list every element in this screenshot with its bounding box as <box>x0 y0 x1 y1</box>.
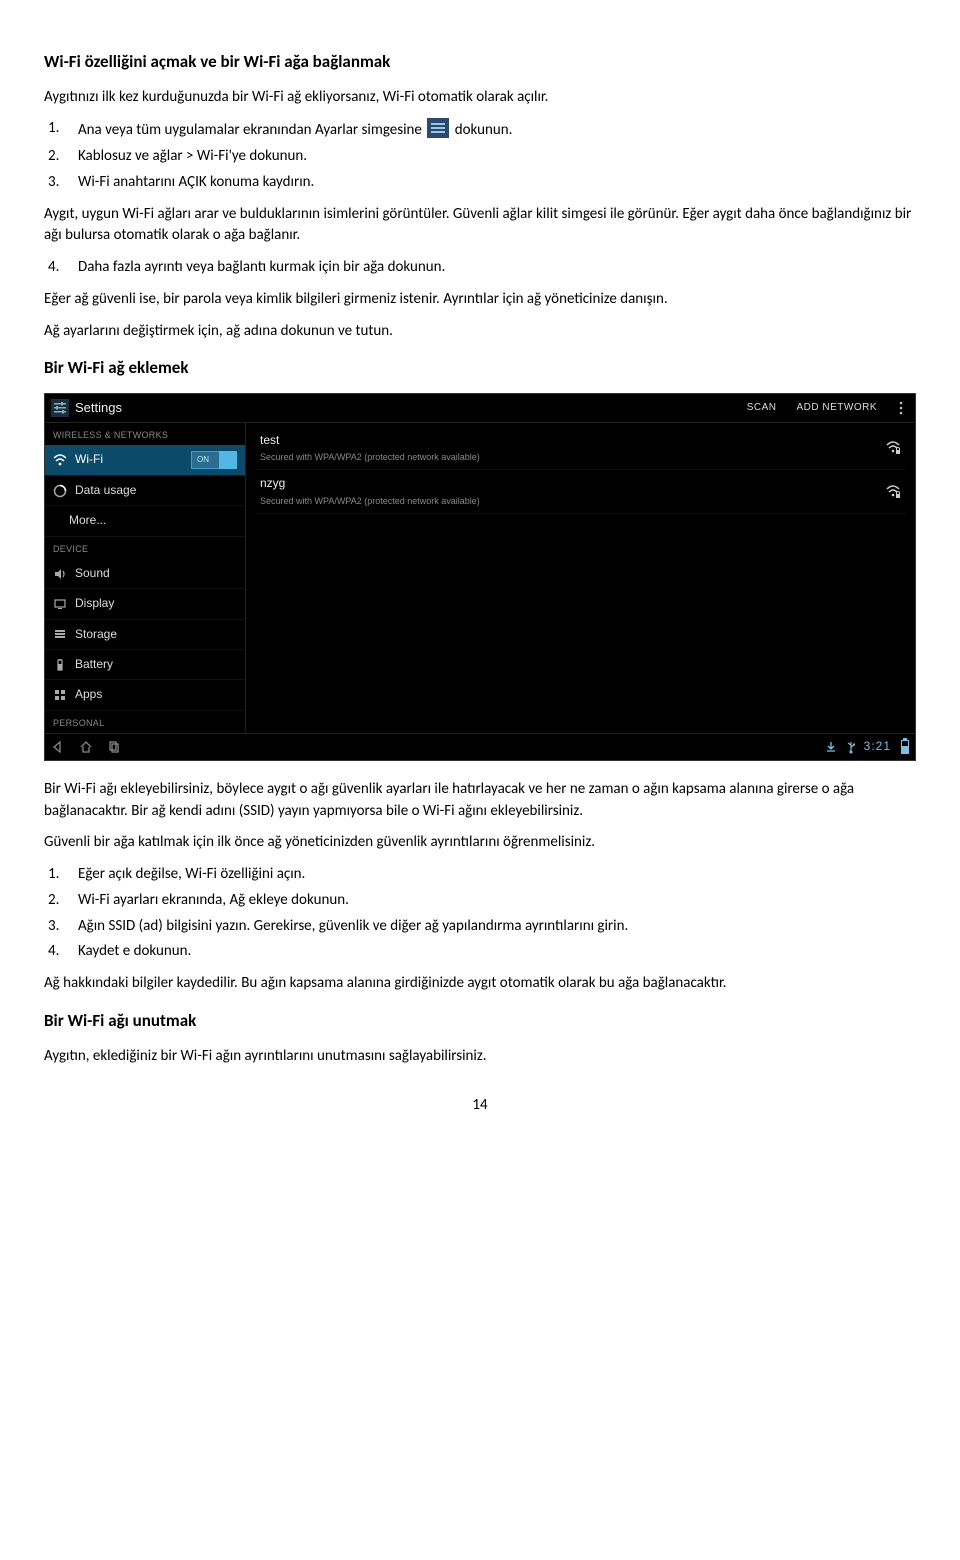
wifi-icon <box>53 453 67 467</box>
step-text: Kaydet e dokunun. <box>78 941 916 963</box>
wifi-secure-icon <box>885 484 901 500</box>
network-name: test <box>260 432 885 449</box>
sound-icon <box>53 567 67 581</box>
system-navbar: 3:21 <box>45 733 915 760</box>
paragraph-add-info: Bir Wi-Fi ağı ekleyebilirsiniz, böylece … <box>44 779 916 823</box>
page-number: 14 <box>44 1095 916 1117</box>
sidebar-item-storage[interactable]: Storage <box>45 620 245 650</box>
storage-icon <box>53 627 67 641</box>
usb-icon <box>844 740 858 754</box>
step-number: 3. <box>44 916 78 938</box>
add-network-button[interactable]: ADD NETWORK <box>787 401 888 416</box>
step-text: Daha fazla ayrıntı veya bağlantı kurmak … <box>78 257 916 279</box>
settings-icon <box>427 118 449 138</box>
sidebar-label: Apps <box>75 686 237 703</box>
category-wireless: WIRELESS & NETWORKS <box>45 423 245 445</box>
category-device: DEVICE <box>45 537 245 559</box>
sidebar-label: Display <box>75 595 237 612</box>
sidebar-item-battery[interactable]: Battery <box>45 650 245 680</box>
sidebar-label: Storage <box>75 626 237 643</box>
step-3: 3. Wi-Fi anahtarını AÇIK konuma kaydırın… <box>44 172 916 194</box>
sidebar-item-sound[interactable]: Sound <box>45 559 245 589</box>
intro-paragraph: Aygıtınızı ilk kez kurduğunuzda bir Wi-F… <box>44 87 916 109</box>
step-4: 4. Daha fazla ayrıntı veya bağlantı kurm… <box>44 257 916 279</box>
step-text: Wi-Fi anahtarını AÇIK konuma kaydırın. <box>78 172 916 194</box>
paragraph-secure-join: Güvenli bir ağa katılmak için ilk önce a… <box>44 832 916 854</box>
sidebar-label: Battery <box>75 656 237 673</box>
step-text: Wi-Fi ayarları ekranında, Ağ ekleye doku… <box>78 890 916 912</box>
settings-header: Settings SCAN ADD NETWORK <box>45 394 915 423</box>
wifi-secure-icon <box>885 440 901 456</box>
display-icon <box>53 597 67 611</box>
step-1: 1. Ana veya tüm uygulamalar ekranından A… <box>44 118 916 142</box>
scan-button[interactable]: SCAN <box>737 401 787 416</box>
step-1-text-b: dokunun. <box>455 121 513 139</box>
step-text: Eğer açık değilse, Wi-Fi özelliğini açın… <box>78 864 916 886</box>
network-security-label: Secured with WPA/WPA2 (protected network… <box>260 451 885 464</box>
step-text: Ağın SSID (ad) bilgisini yazın. Gerekirs… <box>78 916 916 938</box>
step-1-text-a: Ana veya tüm uygulamalar ekranından Ayar… <box>78 121 422 139</box>
toggle-knob <box>219 451 237 469</box>
settings-slider-icon <box>51 399 69 417</box>
sidebar-item-apps[interactable]: Apps <box>45 680 245 710</box>
home-icon[interactable] <box>79 740 93 754</box>
network-item-test[interactable]: test Secured with WPA/WPA2 (protected ne… <box>256 427 905 470</box>
add-step-3: 3. Ağın SSID (ad) bilgisini yazın. Gerek… <box>44 916 916 938</box>
add-step-2: 2. Wi-Fi ayarları ekranında, Ağ ekleye d… <box>44 890 916 912</box>
heading-add-network: Bir Wi-Fi ağ eklemek <box>44 356 916 381</box>
step-number: 1. <box>44 118 78 142</box>
sidebar-item-wifi[interactable]: Wi-Fi ON <box>45 445 245 476</box>
step-2: 2. Kablosuz ve ağlar > Wi-Fi'ye dokunun. <box>44 146 916 168</box>
sidebar-label: Sound <box>75 565 237 582</box>
recent-icon[interactable] <box>107 740 121 754</box>
toggle-on-label: ON <box>192 454 209 466</box>
paragraph-secure-info: Eğer ağ güvenli ise, bir parola veya kim… <box>44 289 916 311</box>
heading-forget-network: Bir Wi-Fi ağı unutmak <box>44 1009 916 1034</box>
step-number: 2. <box>44 146 78 168</box>
status-clock: 3:21 <box>864 738 891 755</box>
android-settings-screenshot: Settings SCAN ADD NETWORK WIRELESS & NET… <box>44 393 916 761</box>
back-icon[interactable] <box>51 740 65 754</box>
category-personal: PERSONAL <box>45 711 245 733</box>
sidebar-item-data-usage[interactable]: Data usage <box>45 476 245 506</box>
network-list: test Secured with WPA/WPA2 (protected ne… <box>246 423 915 733</box>
step-number: 3. <box>44 172 78 194</box>
overflow-menu-icon[interactable] <box>893 400 909 416</box>
add-step-1: 1. Eğer açık değilse, Wi-Fi özelliğini a… <box>44 864 916 886</box>
settings-title: Settings <box>75 399 737 418</box>
data-usage-icon <box>53 484 67 498</box>
step-number: 4. <box>44 941 78 963</box>
apps-icon <box>53 688 67 702</box>
step-text: Ana veya tüm uygulamalar ekranından Ayar… <box>78 118 916 142</box>
network-item-nzyg[interactable]: nzyg Secured with WPA/WPA2 (protected ne… <box>256 470 905 513</box>
step-number: 2. <box>44 890 78 912</box>
step-number: 4. <box>44 257 78 279</box>
paragraph-saved-info: Ağ hakkındaki bilgiler kaydedilir. Bu ağ… <box>44 973 916 995</box>
add-step-4: 4. Kaydet e dokunun. <box>44 941 916 963</box>
sidebar-item-more[interactable]: More... <box>45 506 245 536</box>
battery-icon <box>53 658 67 672</box>
sidebar-label: More... <box>69 512 237 529</box>
paragraph-change-settings: Ağ ayarlarını değiştirmek için, ağ adına… <box>44 321 916 343</box>
battery-status-icon <box>901 740 909 754</box>
heading-wifi-connect: Wi-Fi özelliğini açmak ve bir Wi-Fi ağa … <box>44 50 916 75</box>
paragraph-scan-info: Aygıt, uygun Wi-Fi ağları arar ve bulduk… <box>44 204 916 248</box>
download-icon <box>824 740 838 754</box>
sidebar-item-display[interactable]: Display <box>45 589 245 619</box>
step-text: Kablosuz ve ağlar > Wi-Fi'ye dokunun. <box>78 146 916 168</box>
paragraph-forget-info: Aygıtın, eklediğiniz bir Wi-Fi ağın ayrı… <box>44 1046 916 1068</box>
settings-sidebar: WIRELESS & NETWORKS Wi-Fi ON Data usage … <box>45 423 246 733</box>
step-number: 1. <box>44 864 78 886</box>
sidebar-label: Wi-Fi <box>75 451 191 468</box>
network-name: nzyg <box>260 475 885 492</box>
sidebar-label: Data usage <box>75 482 237 499</box>
wifi-toggle[interactable]: ON <box>191 451 237 469</box>
network-security-label: Secured with WPA/WPA2 (protected network… <box>260 495 885 508</box>
